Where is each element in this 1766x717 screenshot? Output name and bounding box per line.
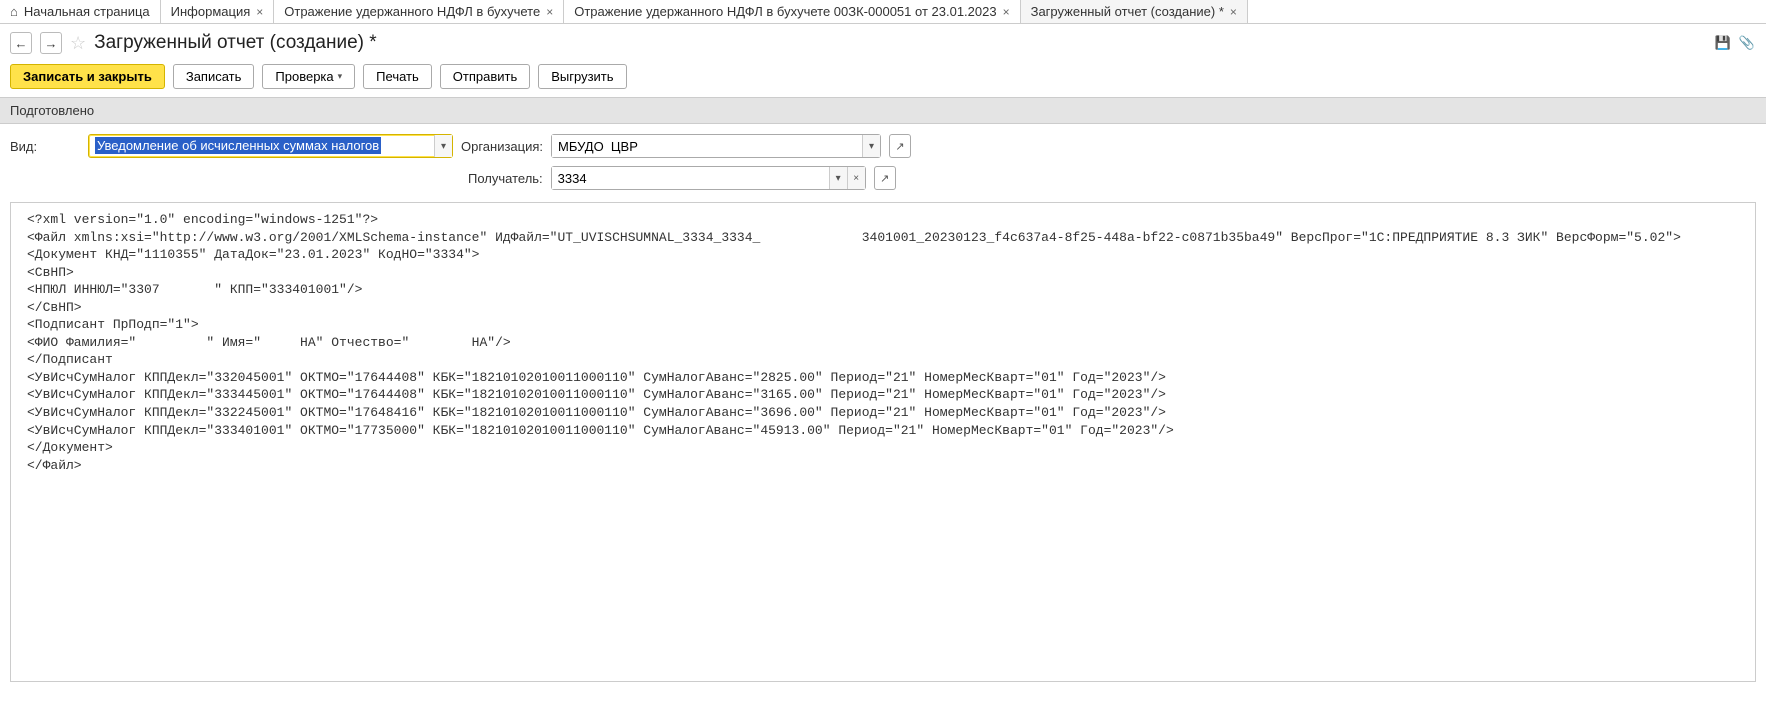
org-label: Организация: [461,139,543,154]
recipient-label: Получатель: [468,171,543,186]
recipient-field[interactable]: ▾ × [551,166,866,190]
recipient-input[interactable] [552,167,829,189]
close-icon[interactable]: × [1230,5,1237,19]
status-text: Подготовлено [10,103,94,118]
tab-label: Информация [171,4,251,19]
close-icon[interactable]: × [1003,5,1010,19]
nav-back-button[interactable]: ← [10,32,32,54]
close-icon[interactable]: × [546,5,553,19]
form-row-vid: Вид: Уведомление об исчисленных суммах н… [10,134,1756,158]
tab-ndfl-1[interactable]: Отражение удержанного НДФЛ в бухучете × [274,0,564,23]
toolbar: Записать и закрыть Записать Проверка ▾ П… [0,60,1766,97]
open-icon: ↗ [895,140,904,153]
home-icon: ⌂ [10,4,18,19]
send-button[interactable]: Отправить [440,64,530,89]
tab-info[interactable]: Информация × [161,0,275,23]
title-row: ← → ☆ Загруженный отчет (создание) * 💾 📎 [0,24,1766,60]
favorite-star-icon[interactable]: ☆ [70,33,86,54]
status-bar: Подготовлено [0,97,1766,124]
open-recipient-button[interactable]: ↗ [874,166,896,190]
check-label: Проверка [275,69,333,84]
check-button[interactable]: Проверка ▾ [262,64,355,89]
org-field[interactable]: ▾ [551,134,881,158]
arrow-left-icon: ← [15,36,28,51]
write-and-close-button[interactable]: Записать и закрыть [10,64,165,89]
form-area: Вид: Уведомление об исчисленных суммах н… [0,124,1766,194]
write-button[interactable]: Записать [173,64,255,89]
tab-label: Отражение удержанного НДФЛ в бухучете 00… [574,4,996,19]
org-input[interactable] [552,135,862,157]
chevron-down-icon[interactable]: ▾ [862,135,880,157]
open-org-button[interactable]: ↗ [889,134,911,158]
close-icon[interactable]: × [256,5,263,19]
tab-label: Загруженный отчет (создание) * [1031,4,1224,19]
chevron-down-icon[interactable]: ▾ [829,167,847,189]
xml-content-area[interactable]: <?xml version="1.0" encoding="windows-12… [10,202,1756,682]
tab-label: Отражение удержанного НДФЛ в бухучете [284,4,540,19]
tab-label: Начальная страница [24,4,150,19]
tab-home[interactable]: ⌂ Начальная страница [0,0,161,23]
chevron-down-icon[interactable]: ▾ [434,135,452,157]
arrow-right-icon: → [45,36,58,51]
print-button[interactable]: Печать [363,64,432,89]
attach-icon[interactable]: 📎 [1738,34,1756,52]
tab-ndfl-2[interactable]: Отражение удержанного НДФЛ в бухучете 00… [564,0,1020,23]
vid-label: Вид: [10,139,80,154]
form-row-recipient: Получатель: ▾ × ↗ [10,166,1756,190]
page-title: Загруженный отчет (создание) * [94,32,377,54]
vid-field[interactable]: Уведомление об исчисленных суммах налого… [88,134,453,158]
save-icon[interactable]: 💾 [1714,34,1732,52]
tabs-bar: ⌂ Начальная страница Информация × Отраже… [0,0,1766,24]
nav-forward-button[interactable]: → [40,32,62,54]
export-button[interactable]: Выгрузить [538,64,626,89]
vid-value: Уведомление об исчисленных суммах налого… [89,135,434,157]
tab-loaded-report[interactable]: Загруженный отчет (создание) * × [1021,0,1248,23]
chevron-down-icon: ▾ [338,71,343,82]
clear-icon[interactable]: × [847,167,865,189]
open-icon: ↗ [880,172,889,185]
